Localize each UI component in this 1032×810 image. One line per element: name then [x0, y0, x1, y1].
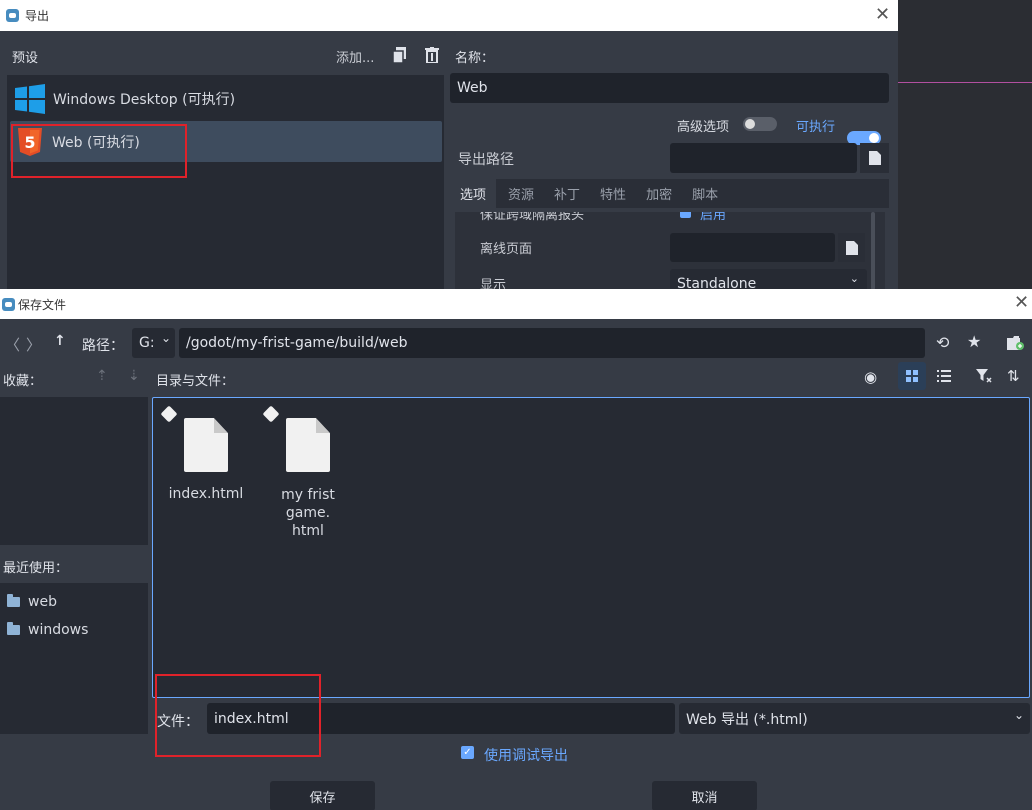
move-down-icon[interactable]: ⇣ [128, 368, 140, 384]
chevron-down-icon: ⌄ [1013, 708, 1024, 722]
recent-item-windows[interactable]: windows [7, 621, 88, 639]
runnable-label: 可执行 [796, 120, 836, 135]
debug-export-checkbox[interactable]: ✓ [461, 746, 474, 759]
offline-page-label: 离线页面 [480, 242, 533, 257]
recent-list: web windows [0, 583, 148, 734]
tab-encryption[interactable]: 加密 [646, 184, 672, 203]
back-icon[interactable]: 〈 [5, 334, 20, 355]
favorites-list [0, 397, 148, 545]
enabled-label: 启用 [700, 212, 727, 223]
star-icon[interactable]: ★ [967, 332, 981, 351]
dirs-files-label: 目录与文件： [156, 374, 235, 389]
file-icon [845, 240, 858, 255]
export-titlebar: 导出 ✕ [0, 0, 898, 31]
debug-export-label: 使用调试导出 [484, 748, 568, 764]
scrollbar[interactable] [871, 212, 875, 290]
close-icon[interactable]: ✕ [875, 6, 890, 24]
cross-origin-option-label: 保证跨域隔离报头 [480, 212, 585, 223]
preset-label: Windows Desktop (可执行) [53, 92, 236, 108]
offline-page-browse-button[interactable] [838, 233, 865, 262]
advanced-options-label: 高级选项 [677, 120, 730, 135]
name-label: 名称： [455, 51, 495, 66]
list-view-icon[interactable] [937, 370, 951, 382]
windows-icon [15, 84, 45, 114]
grid-icon [906, 370, 918, 382]
path-input[interactable]: /godot/my-frist-game/build/web [179, 328, 925, 358]
recent-item-label: windows [28, 622, 89, 638]
duplicate-icon[interactable] [393, 47, 407, 63]
file-icon [868, 151, 881, 165]
export-path-input[interactable] [670, 143, 857, 173]
recent-item-web[interactable]: web [7, 593, 57, 611]
check-icon: ✓ [463, 746, 472, 758]
export-dialog: 导出 ✕ 预设 添加... Windows Desktop (可执行) 5 We… [0, 0, 898, 290]
file-icon [286, 418, 330, 472]
save-titlebar: 保存文件 ✕ [0, 289, 1032, 319]
file-grid: index.html my frist game. html [152, 397, 1030, 698]
drive-select[interactable]: G: ⌄ [132, 328, 175, 358]
filter-value: Web 导出 (*.html) [686, 711, 808, 728]
chevron-down-icon: ⌄ [160, 331, 171, 345]
path-label: 路径： [82, 338, 124, 354]
advanced-options-toggle[interactable] [743, 117, 777, 131]
export-title: 导出 [25, 9, 50, 23]
tab-resources[interactable]: 资源 [508, 184, 534, 203]
tab-patches[interactable]: 补丁 [554, 184, 580, 203]
recent-item-label: web [28, 594, 57, 610]
trash-icon[interactable] [425, 47, 439, 63]
move-up-icon[interactable]: ⇡ [96, 368, 108, 384]
file-name: index.html [168, 486, 244, 502]
save-title: 保存文件 [18, 297, 67, 312]
preset-name-input[interactable]: Web [450, 73, 889, 103]
favorites-label: 收藏： [3, 374, 43, 389]
filter-icon[interactable] [976, 369, 992, 383]
options-panel: 保证跨域隔离报头 启用 离线页面 显示 Standalone ⌄ [455, 212, 885, 290]
presets-label: 预设 [12, 51, 39, 66]
drive-value: G: [139, 335, 155, 351]
eye-icon[interactable]: ◉ [864, 368, 877, 386]
save-dialog: 保存文件 ✕ 〈 〉 ↑ 路径： G: ⌄ /godot/my-frist-ga… [0, 289, 1032, 810]
save-button[interactable]: 保存 [270, 781, 375, 810]
godot-icon [6, 9, 19, 22]
display-select[interactable]: Standalone ⌄ [670, 269, 867, 290]
tab-features[interactable]: 特性 [600, 184, 626, 203]
filter-select[interactable]: Web 导出 (*.html) ⌄ [679, 703, 1030, 734]
recent-label: 最近使用： [3, 561, 69, 576]
folder-icon [7, 594, 20, 607]
tab-scripts[interactable]: 脚本 [692, 184, 718, 203]
preset-windows[interactable]: Windows Desktop (可执行) [7, 80, 444, 118]
file-name: my frist game. html [281, 487, 335, 539]
chevron-down-icon: ⌄ [849, 272, 859, 285]
display-value: Standalone [677, 276, 757, 290]
presets-list: Windows Desktop (可执行) 5 Web (可执行) [7, 75, 444, 290]
file-item[interactable]: index.html [156, 418, 256, 502]
godot-icon [2, 297, 15, 311]
file-item[interactable]: my frist game. html [258, 418, 358, 540]
cancel-button[interactable]: 取消 [652, 781, 757, 810]
add-preset-button[interactable]: 添加... [336, 47, 374, 66]
export-path-browse-button[interactable] [860, 143, 889, 173]
tab-options[interactable]: 选项 [450, 178, 497, 209]
guide-line [898, 82, 1032, 83]
display-label: 显示 [480, 278, 507, 290]
up-icon[interactable]: ↑ [54, 333, 66, 349]
offline-page-input[interactable] [670, 233, 835, 262]
export-tabs: 选项 资源 补丁 特性 加密 脚本 [450, 178, 889, 209]
folder-icon [7, 622, 20, 635]
grid-view-button[interactable] [898, 362, 926, 390]
export-path-label: 导出路径 [458, 152, 514, 168]
cross-origin-checkbox[interactable] [680, 212, 691, 218]
refresh-icon[interactable]: ⟲ [936, 333, 949, 352]
new-folder-icon[interactable] [1007, 336, 1024, 350]
forward-icon[interactable]: 〉 [26, 334, 41, 355]
editor-background [898, 0, 1032, 290]
file-icon [184, 418, 228, 472]
highlight-filename [155, 674, 321, 757]
sort-icon[interactable]: ⇅ [1007, 367, 1020, 385]
highlight-preset-web [11, 124, 187, 178]
close-icon[interactable]: ✕ [1014, 294, 1029, 312]
